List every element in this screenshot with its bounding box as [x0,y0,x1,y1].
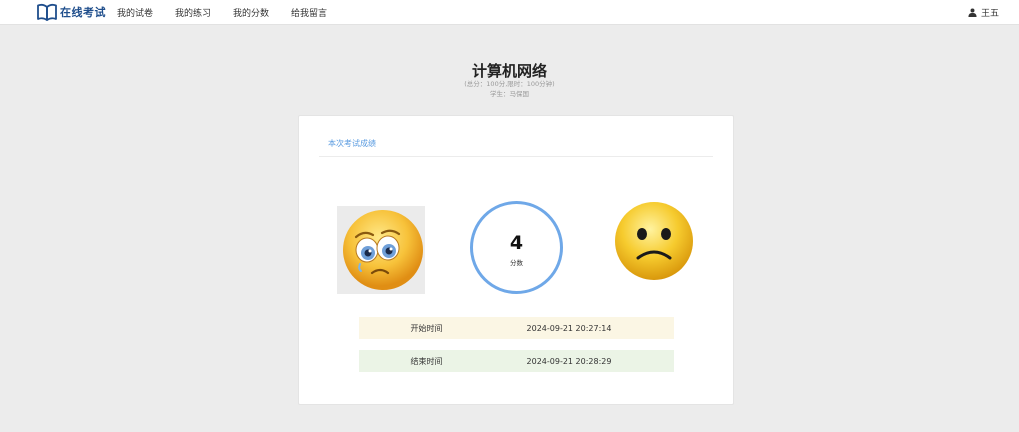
top-navigation-bar: 在线考试 我的试卷 我的练习 我的分数 给我留言 王五 [0,0,1019,25]
worried-face-icon [343,210,423,290]
exam-title: 计算机网络 [471,62,547,80]
sad-face-icon [615,202,693,280]
open-book-icon [37,3,57,21]
start-time-value: 2024-09-21 20:27:14 [526,323,612,333]
card-title: 本次考试成绩 [328,139,376,148]
end-time-label: 结束时间 [410,356,443,366]
score-value: 4 [509,232,524,254]
main-nav: 我的试卷 我的练习 我的分数 给我留言 [117,0,349,25]
user-name: 王五 [980,9,999,19]
sad-face-image [613,200,695,282]
logo-text: 在线考试 [60,6,106,19]
result-card: 本次考试成绩 4 分数 开始时间 2024-09-21 20:27:14 结束时… [298,115,734,405]
exam-score-limit: (总分：100分,限时：100分钟) [464,80,555,88]
end-time-row: 结束时间 2024-09-21 20:28:29 [359,350,674,372]
exam-meta: (总分：100分,限时：100分钟) 学生：马保国 [0,79,1019,99]
user-menu[interactable]: 王五 [968,0,999,25]
site-logo[interactable]: 在线考试 [37,1,106,23]
exam-student: 学生：马保国 [490,90,529,98]
user-icon [968,8,977,17]
end-time-value: 2024-09-21 20:28:29 [526,356,612,366]
start-time-row: 开始时间 2024-09-21 20:27:14 [359,317,674,339]
worried-face-image [337,206,425,294]
score-circle: 4 分数 [470,201,563,294]
nav-leave-message[interactable]: 给我留言 [291,6,327,19]
start-time-label: 开始时间 [410,323,443,333]
nav-my-practice[interactable]: 我的练习 [175,6,211,19]
divider [319,156,713,157]
nav-my-papers[interactable]: 我的试卷 [117,6,153,19]
score-label: 分数 [510,259,523,267]
nav-my-scores[interactable]: 我的分数 [233,6,269,19]
